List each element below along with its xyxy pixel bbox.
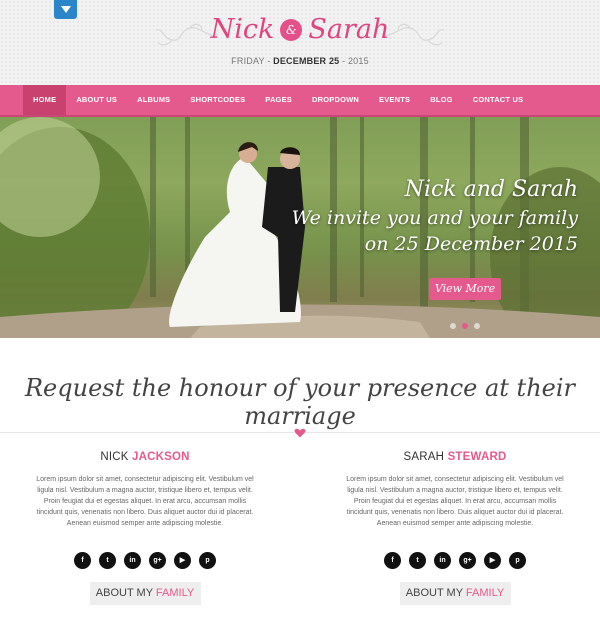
linkedin-icon[interactable]: in <box>124 552 141 569</box>
bride-profile: SARAH STEWARD Lorem ipsum dolor sit amet… <box>340 451 570 605</box>
youtube-icon[interactable]: ▶ <box>484 552 501 569</box>
nav-item-shortcodes[interactable]: SHORTCODES <box>180 85 255 115</box>
date-day: FRIDAY - <box>231 56 271 66</box>
groom-name: NICK JACKSON <box>30 451 260 463</box>
date-year: - 2015 <box>342 56 369 66</box>
date-main: DECEMBER 25 <box>273 56 340 66</box>
nav-item-albums[interactable]: ALBUMS <box>127 85 180 115</box>
nav-item-home[interactable]: HOME <box>23 85 67 115</box>
nav-item-about-us[interactable]: ABOUT US <box>66 85 127 115</box>
bride-name: SARAH STEWARD <box>340 451 570 463</box>
pinterest-icon[interactable]: p <box>509 552 526 569</box>
linkedin-icon[interactable]: in <box>434 552 451 569</box>
heart-icon <box>294 426 306 438</box>
slider-dot-3[interactable] <box>474 323 480 329</box>
twitter-icon[interactable]: t <box>99 552 116 569</box>
bride-family-btn-label: ABOUT MY <box>405 587 463 599</box>
groom-social-links: f t in g+ ▶ p <box>30 552 260 569</box>
main-nav: HOME ABOUT US ALBUMS SHORTCODES PAGES DR… <box>0 85 600 117</box>
groom-bio: Lorem ipsum dolor sit amet, consectetur … <box>36 476 254 527</box>
chevron-down-icon <box>60 6 71 13</box>
groom-first-name: NICK <box>100 451 129 463</box>
nav-item-pages[interactable]: PAGES <box>255 85 302 115</box>
slider-pagination <box>450 323 480 329</box>
google-plus-icon[interactable]: g+ <box>459 552 476 569</box>
groom-last-name: JACKSON <box>132 451 190 463</box>
nav-item-blog[interactable]: BLOG <box>420 85 462 115</box>
hero-date-line: on 25 December 2015 <box>364 233 578 255</box>
groom-family-btn-accent: FAMILY <box>155 587 195 599</box>
twitter-icon[interactable]: t <box>409 552 426 569</box>
slider-dot-2[interactable] <box>462 323 468 329</box>
nav-item-dropdown[interactable]: DROPDOWN <box>302 85 369 115</box>
nav-item-contact-us[interactable]: CONTACT US <box>463 85 534 115</box>
bride-last-name: STEWARD <box>447 451 507 463</box>
groom-profile: NICK JACKSON Lorem ipsum dolor sit amet,… <box>30 451 260 605</box>
main-content: Request the honour of your presence at t… <box>0 338 600 635</box>
hero-caption: Nick and Sarah We invite you and your fa… <box>292 175 578 257</box>
wedding-date: FRIDAY - DECEMBER 25 - 2015 <box>0 56 600 66</box>
nav-item-events[interactable]: EVENTS <box>369 85 420 115</box>
bride-bio: Lorem ipsum dolor sit amet, consectetur … <box>346 476 564 527</box>
logo-ampersand-badge: & <box>280 18 303 41</box>
logo-name-left: Nick <box>210 14 275 45</box>
slider-dot-1[interactable] <box>450 323 456 329</box>
groom-about-family-button[interactable]: ABOUT MY FAMILY <box>89 582 201 605</box>
section-tagline: Request the honour of your presence at t… <box>24 374 576 430</box>
hero-invite-line: We invite you and your family <box>291 207 578 229</box>
hero-slider: Nick and Sarah We invite you and your fa… <box>0 117 600 338</box>
site-header: Nick & Sarah FRIDAY - DECEMBER 25 - 2015 <box>0 0 600 85</box>
site-logo[interactable]: Nick & Sarah <box>0 14 600 54</box>
youtube-icon[interactable]: ▶ <box>174 552 191 569</box>
bride-family-btn-accent: FAMILY <box>465 587 505 599</box>
google-plus-icon[interactable]: g+ <box>149 552 166 569</box>
hero-title: Nick and Sarah <box>404 177 578 202</box>
bride-first-name: SARAH <box>403 451 445 463</box>
pinterest-icon[interactable]: p <box>199 552 216 569</box>
groom-family-btn-label: ABOUT MY <box>95 587 153 599</box>
logo-name-right: Sarah <box>308 14 390 45</box>
bride-social-links: f t in g+ ▶ p <box>340 552 570 569</box>
bride-about-family-button[interactable]: ABOUT MY FAMILY <box>399 582 511 605</box>
facebook-icon[interactable]: f <box>384 552 401 569</box>
facebook-icon[interactable]: f <box>74 552 91 569</box>
view-more-button[interactable]: View More <box>429 278 501 300</box>
